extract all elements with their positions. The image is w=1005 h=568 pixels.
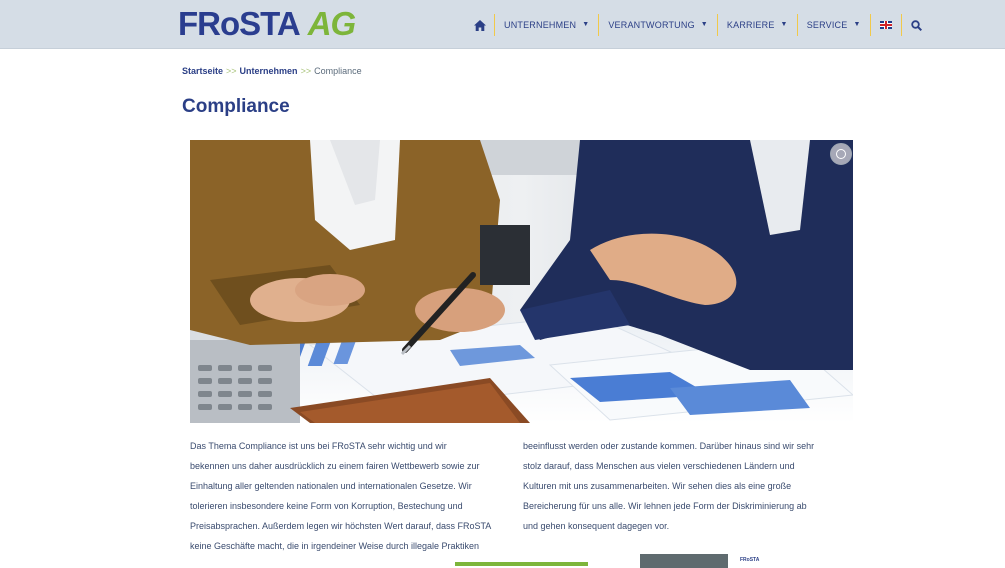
section-accent-bar (455, 562, 588, 566)
nav-item-service[interactable]: SERVICE ▼ (796, 14, 870, 36)
paragraph-line: tolerieren insbesondere keine Form von K… (190, 501, 463, 511)
paragraph-line: und gehen konsequent dagegen vor. (523, 521, 670, 531)
chevron-down-icon: ▼ (780, 21, 788, 28)
site-header: FRoSTA AG UNTERNEHMEN ▼ VERANTWORTUNG ▼ KAR… (0, 0, 1005, 49)
image-settings-button[interactable] (830, 143, 852, 165)
chevron-down-icon: ▼ (582, 21, 590, 28)
frosta-logo[interactable]: FRoSTA AG (178, 4, 356, 44)
breadcrumb-parent-link[interactable]: Unternehmen (240, 66, 298, 76)
paragraph-line: stolz darauf, dass Menschen aus vielen v… (523, 461, 795, 471)
paragraph-line: beeinflusst werden oder zustande kommen.… (523, 441, 815, 451)
paragraph-line: keine Geschäfte macht, die in irgendeine… (190, 541, 479, 551)
breadcrumb-current: Compliance (314, 66, 362, 76)
content-column-left: Das Thema Compliance ist uns bei FRoSTA … (190, 436, 510, 556)
hero-image (190, 140, 853, 423)
breadcrumb-separator: >> (226, 66, 237, 76)
footer-mini-logo: FRoSTA (740, 557, 760, 563)
content-column-right: beeinflusst werden oder zustande kommen.… (523, 436, 843, 536)
main-navigation: UNTERNEHMEN ▼ VERANTWORTUNG ▼ KARRIERE ▼ SE… (470, 14, 931, 36)
breadcrumb-home-link[interactable]: Startseite (182, 66, 223, 76)
paragraph-line: Kulturen mit uns zusammenarbeiten. Wir s… (523, 481, 792, 491)
paragraph-line: Preisabsprachen. Außerdem legen wir höch… (190, 521, 492, 531)
logo-text-frosta: FRoSTA (178, 5, 301, 42)
page-title: Compliance (182, 96, 290, 117)
gear-icon (836, 149, 846, 159)
breadcrumb-separator: >> (300, 66, 312, 76)
nav-label-karriere: KARRIERE (726, 20, 775, 30)
nav-item-unternehmen[interactable]: UNTERNEHMEN ▼ (494, 14, 598, 36)
nav-item-verantwortung[interactable]: VERANTWORTUNG ▼ (598, 14, 717, 36)
paragraph-line: Bereicherung für uns alle. Wir lehnen je… (523, 501, 807, 511)
language-switch[interactable] (869, 14, 901, 36)
teaser-image-peek[interactable] (640, 554, 728, 568)
uk-flag-icon (879, 21, 892, 29)
nav-label-service: SERVICE (806, 20, 848, 30)
chevron-down-icon: ▼ (853, 21, 861, 28)
search-icon[interactable] (900, 14, 931, 36)
nav-item-karriere[interactable]: KARRIERE ▼ (716, 14, 797, 36)
chevron-down-icon: ▼ (700, 21, 708, 28)
paragraph-line: Einhaltung aller geltenden nationalen un… (190, 481, 472, 491)
paragraph-line: bekennen uns daher ausdrücklich zu einem… (190, 461, 480, 471)
nav-label-verantwortung: VERANTWORTUNG (608, 20, 695, 30)
nav-label-unternehmen: UNTERNEHMEN (504, 20, 577, 30)
breadcrumb: Startseite >> Unternehmen >> Compliance (182, 66, 362, 76)
home-icon[interactable] (470, 14, 494, 36)
paragraph-line: Das Thema Compliance ist uns bei FRoSTA … (190, 441, 447, 451)
logo-text-ag: AG (307, 5, 356, 42)
